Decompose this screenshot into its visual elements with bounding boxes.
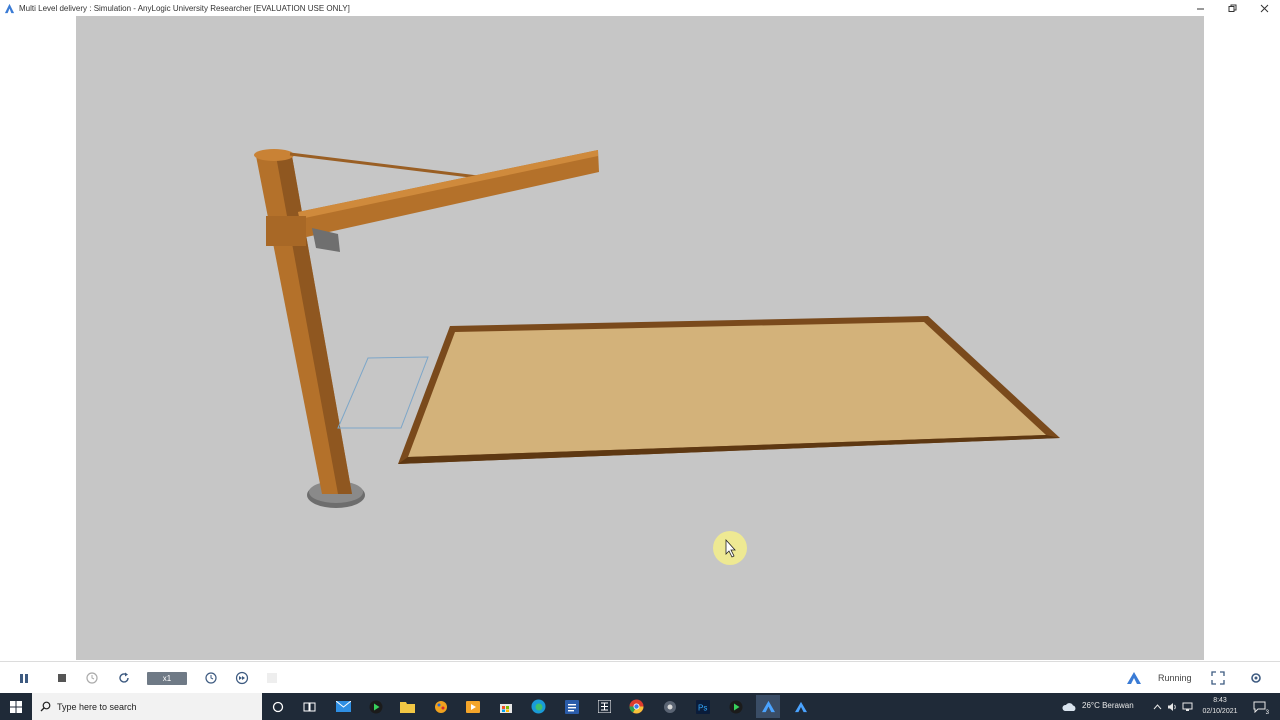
fullscreen-icon [1211, 671, 1225, 685]
gear-icon [1251, 673, 1261, 683]
speed-indicator[interactable]: x1 [147, 672, 187, 685]
refresh-icon [119, 672, 129, 683]
cortana-icon [272, 701, 283, 712]
taskbar-word[interactable] [562, 697, 581, 716]
crane-pillar-cap [254, 149, 294, 161]
fast-forward-button[interactable] [234, 670, 250, 686]
taskbar-chrome[interactable] [627, 697, 646, 716]
anylogic-logo-icon [795, 701, 807, 712]
speaker-icon [1167, 702, 1176, 711]
store-icon [499, 704, 512, 713]
close-icon [1260, 4, 1268, 12]
notification-center-button[interactable]: 3 [1250, 697, 1269, 716]
network-icon [1182, 702, 1192, 711]
3d-scene [254, 149, 1060, 565]
stop-button[interactable] [54, 670, 70, 686]
developer-panel-button[interactable] [1248, 670, 1264, 686]
taskbar-video-app[interactable] [463, 697, 482, 716]
taskbar-photoshop[interactable]: Ps [693, 697, 712, 716]
restore-icon [1228, 4, 1236, 12]
task-view-icon [303, 702, 316, 711]
taskbar-store[interactable] [496, 697, 515, 716]
fullscreen-button[interactable] [1210, 670, 1226, 686]
fast-forward-icon [235, 671, 249, 685]
speed-up-icon [205, 672, 217, 684]
clock-date: 02/10/2021 [1202, 708, 1238, 715]
folder-icon [400, 701, 415, 713]
svg-text:Ps: Ps [698, 703, 707, 712]
taskbar-search-box[interactable]: Type here to search [32, 693, 262, 720]
windows-logo-icon [10, 700, 22, 713]
taskbar-file-explorer[interactable] [398, 697, 417, 716]
notification-badge: 3 [1265, 710, 1269, 716]
taskbar-anylogic-active[interactable] [756, 695, 780, 718]
anylogic-logo-icon [4, 3, 15, 13]
tool-app-icon [663, 700, 676, 713]
simulation-control-bar: x1 Running [0, 661, 1280, 693]
document-app-icon [564, 699, 579, 714]
weather-widget[interactable] [1060, 697, 1079, 716]
simulation-status: Running [1158, 673, 1192, 683]
chevron-up-icon [1153, 703, 1161, 709]
taskbar-media-player-2[interactable] [726, 697, 745, 716]
task-view-button[interactable] [300, 697, 319, 716]
pause-button[interactable] [16, 670, 32, 686]
weather-text: 26°C Berawan [1082, 701, 1134, 710]
chrome-browser-icon [629, 699, 644, 714]
volume-button[interactable] [1165, 697, 1179, 716]
speed-up-button[interactable] [203, 670, 219, 686]
network-button[interactable] [1180, 697, 1194, 716]
video-app-icon [465, 700, 480, 713]
play-app-icon [729, 700, 742, 713]
search-placeholder: Type here to search [57, 701, 137, 712]
play-app-icon [369, 700, 382, 713]
clock-time: 8:43 [1213, 697, 1227, 704]
title-bar: Multi Level delivery : Simulation - AnyL… [0, 0, 1280, 16]
window-controls [1184, 0, 1280, 16]
cortana-button[interactable] [268, 697, 287, 716]
search-icon [40, 701, 51, 712]
start-button[interactable] [0, 693, 32, 720]
taskbar-mail[interactable] [334, 697, 353, 716]
pause-icon [20, 674, 28, 683]
anylogic-status-logo [1126, 670, 1142, 686]
restart-button[interactable] [116, 670, 132, 686]
crane-collar [266, 216, 306, 246]
taskbar-anylogic-2[interactable] [790, 697, 812, 716]
taskbar-edge[interactable] [529, 697, 548, 716]
tray-overflow-button[interactable] [1150, 697, 1164, 716]
cloud-icon [1062, 702, 1076, 711]
history-icon [86, 672, 98, 684]
windows-taskbar: Type here to search Ps 26°C Berawan 8:43… [0, 693, 1280, 720]
disabled-control [264, 670, 280, 686]
window-title: Multi Level delivery : Simulation - AnyL… [19, 3, 350, 13]
taskbar-media-player[interactable] [366, 697, 385, 716]
minimize-button[interactable] [1184, 0, 1216, 16]
placeholder-icon [267, 673, 277, 683]
taskbar-app-1[interactable] [431, 697, 450, 716]
taskbar-app-2[interactable] [660, 697, 679, 716]
anylogic-logo-icon [761, 700, 775, 713]
simulation-3d-viewport[interactable] [76, 16, 1204, 660]
restore-button[interactable] [1216, 0, 1248, 16]
selection-outline [337, 356, 429, 429]
notification-icon [1253, 701, 1266, 713]
crane-tie-rod [289, 152, 487, 180]
mail-icon [336, 701, 351, 712]
calculator-icon [598, 700, 611, 713]
restore-state-button[interactable] [84, 670, 100, 686]
paint-app-icon [434, 700, 447, 713]
edge-browser-icon [531, 699, 546, 714]
stop-icon [58, 674, 66, 682]
anylogic-logo-icon [1127, 672, 1141, 684]
crane-trolley [312, 228, 340, 252]
minimize-icon [1196, 8, 1204, 9]
photoshop-icon: Ps [695, 699, 710, 714]
close-button[interactable] [1248, 0, 1280, 16]
system-clock[interactable]: 8:43 02/10/2021 [1196, 695, 1244, 717]
taskbar-calculator[interactable] [595, 697, 614, 716]
